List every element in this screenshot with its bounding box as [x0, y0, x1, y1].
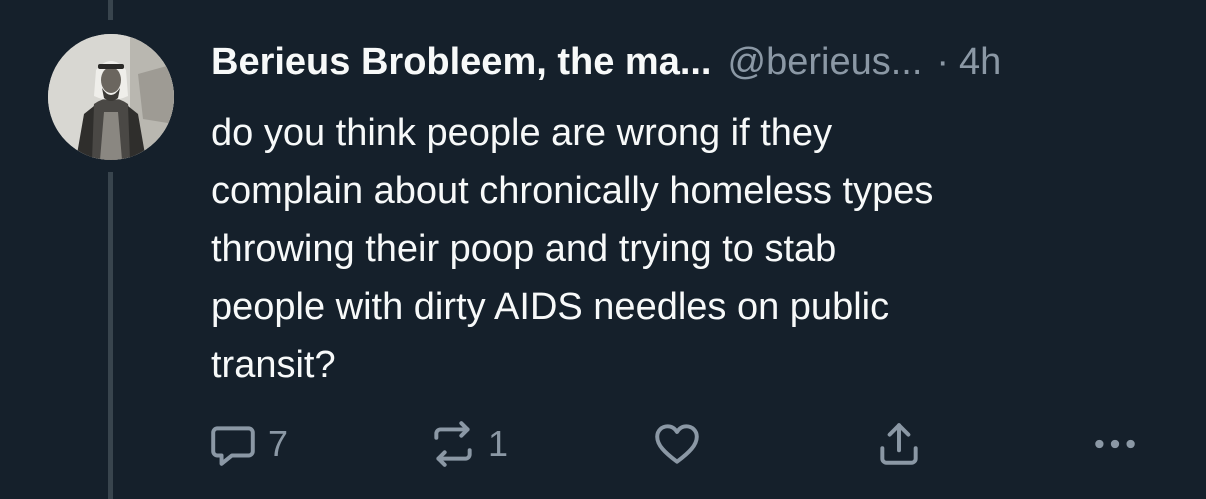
- more-icon: [1095, 439, 1135, 449]
- tweet-text-line: throwing their poop and trying to stab: [211, 228, 837, 270]
- share-icon: [880, 423, 918, 465]
- reply-icon: [211, 426, 255, 466]
- retweet-count: 1: [488, 423, 509, 464]
- like-button[interactable]: [652, 418, 702, 470]
- share-button[interactable]: [874, 418, 924, 470]
- retweet-icon: [434, 421, 472, 467]
- reply-count: 7: [268, 423, 289, 464]
- tweet-text-line: people with dirty AIDS needles on public: [211, 286, 890, 328]
- tweet-text-line: do you think people are wrong if they: [211, 112, 833, 154]
- retweet-button[interactable]: 1: [428, 418, 508, 470]
- tweet-text-line: transit?: [211, 344, 336, 386]
- tweet-header: Berieus Brobleem, the ma... @berieus... …: [211, 38, 1001, 86]
- tweet-text: do you think people are wrong if they co…: [211, 104, 1171, 394]
- avatar[interactable]: [48, 34, 174, 160]
- more-button[interactable]: [1090, 418, 1140, 470]
- reply-button[interactable]: 7: [208, 418, 288, 470]
- thread-line-top: [108, 0, 113, 20]
- timestamp[interactable]: 4h: [959, 38, 1001, 86]
- display-name[interactable]: Berieus Brobleem, the ma...: [211, 38, 712, 86]
- separator-dot: ·: [936, 41, 950, 83]
- avatar-photo: [48, 34, 174, 160]
- tweet-text-line: complain about chronically homeless type…: [211, 170, 934, 212]
- user-handle[interactable]: @berieus...: [728, 38, 923, 86]
- action-bar: 7 1: [0, 418, 1206, 470]
- heart-icon: [655, 424, 699, 464]
